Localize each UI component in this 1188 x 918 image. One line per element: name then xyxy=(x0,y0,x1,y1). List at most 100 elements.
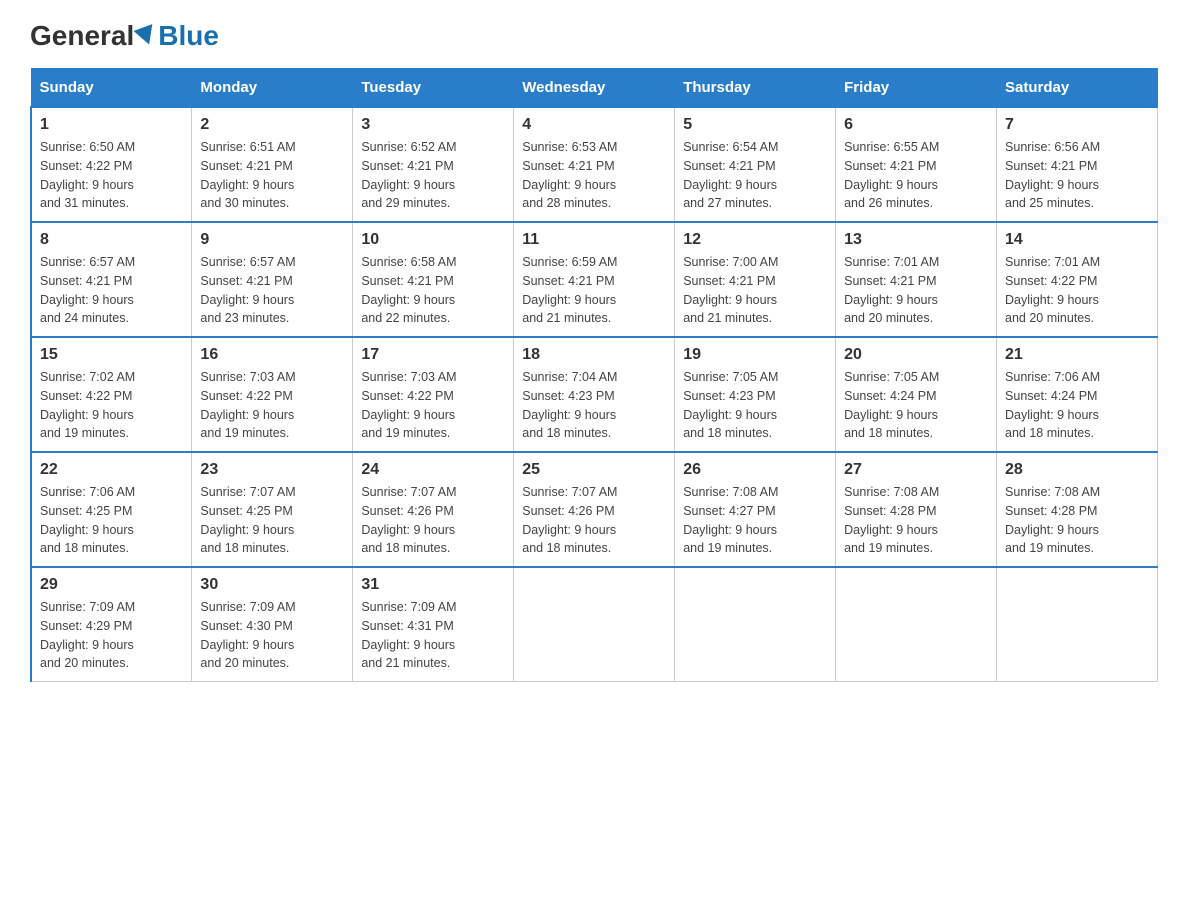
day-info: Sunrise: 7:08 AMSunset: 4:27 PMDaylight:… xyxy=(683,483,827,558)
day-number: 30 xyxy=(200,576,344,594)
day-info: Sunrise: 7:01 AMSunset: 4:21 PMDaylight:… xyxy=(844,253,988,328)
day-info: Sunrise: 7:03 AMSunset: 4:22 PMDaylight:… xyxy=(200,368,344,443)
day-header-tuesday: Tuesday xyxy=(353,69,514,108)
table-row: 11 Sunrise: 6:59 AMSunset: 4:21 PMDayligh… xyxy=(514,222,675,337)
table-row: 31 Sunrise: 7:09 AMSunset: 4:31 PMDayligh… xyxy=(353,567,514,682)
day-info: Sunrise: 6:50 AMSunset: 4:22 PMDaylight:… xyxy=(40,138,183,213)
day-number: 21 xyxy=(1005,346,1149,364)
week-row-2: 8 Sunrise: 6:57 AMSunset: 4:21 PMDaylight… xyxy=(31,222,1158,337)
day-info: Sunrise: 7:07 AMSunset: 4:26 PMDaylight:… xyxy=(361,483,505,558)
table-row: 1 Sunrise: 6:50 AMSunset: 4:22 PMDaylight… xyxy=(31,107,192,222)
day-number: 14 xyxy=(1005,231,1149,249)
table-row: 20Sunrise: 7:05 AMSunset: 4:24 PMDayligh… xyxy=(836,337,997,452)
day-number: 9 xyxy=(200,231,344,249)
day-number: 19 xyxy=(683,346,827,364)
day-number: 23 xyxy=(200,461,344,479)
day-header-wednesday: Wednesday xyxy=(514,69,675,108)
day-info: Sunrise: 6:59 AMSunset: 4:21 PMDaylight:… xyxy=(522,253,666,328)
day-info: Sunrise: 7:09 AMSunset: 4:30 PMDaylight:… xyxy=(200,598,344,673)
week-row-4: 22 Sunrise: 7:06 AMSunset: 4:25 PMDayligh… xyxy=(31,452,1158,567)
day-info: Sunrise: 6:53 AMSunset: 4:21 PMDaylight:… xyxy=(522,138,666,213)
day-info: Sunrise: 6:54 AMSunset: 4:21 PMDaylight:… xyxy=(683,138,827,213)
week-row-1: 1 Sunrise: 6:50 AMSunset: 4:22 PMDaylight… xyxy=(31,107,1158,222)
day-number: 25 xyxy=(522,461,666,479)
day-info: Sunrise: 6:52 AMSunset: 4:21 PMDaylight:… xyxy=(361,138,505,213)
table-row: 24Sunrise: 7:07 AMSunset: 4:26 PMDayligh… xyxy=(353,452,514,567)
day-header-friday: Friday xyxy=(836,69,997,108)
table-row: 7Sunrise: 6:56 AMSunset: 4:21 PMDaylight… xyxy=(997,107,1158,222)
calendar-body: 1 Sunrise: 6:50 AMSunset: 4:22 PMDaylight… xyxy=(31,107,1158,682)
day-info: Sunrise: 7:08 AMSunset: 4:28 PMDaylight:… xyxy=(844,483,988,558)
day-number: 11 xyxy=(522,231,666,249)
table-row xyxy=(675,567,836,682)
logo-text: General Blue xyxy=(30,20,219,52)
day-number: 17 xyxy=(361,346,505,364)
day-number: 10 xyxy=(361,231,505,249)
table-row: 22 Sunrise: 7:06 AMSunset: 4:25 PMDayligh… xyxy=(31,452,192,567)
table-row: 4 Sunrise: 6:53 AMSunset: 4:21 PMDaylight… xyxy=(514,107,675,222)
day-header-monday: Monday xyxy=(192,69,353,108)
table-row: 17 Sunrise: 7:03 AMSunset: 4:22 PMDayligh… xyxy=(353,337,514,452)
day-number: 3 xyxy=(361,116,505,134)
table-row: 18Sunrise: 7:04 AMSunset: 4:23 PMDayligh… xyxy=(514,337,675,452)
table-row: 16 Sunrise: 7:03 AMSunset: 4:22 PMDayligh… xyxy=(192,337,353,452)
day-number: 16 xyxy=(200,346,344,364)
table-row: 6 Sunrise: 6:55 AMSunset: 4:21 PMDaylight… xyxy=(836,107,997,222)
day-header-thursday: Thursday xyxy=(675,69,836,108)
table-row: 2 Sunrise: 6:51 AMSunset: 4:21 PMDaylight… xyxy=(192,107,353,222)
table-row: 12Sunrise: 7:00 AMSunset: 4:21 PMDayligh… xyxy=(675,222,836,337)
day-info: Sunrise: 7:08 AMSunset: 4:28 PMDaylight:… xyxy=(1005,483,1149,558)
day-info: Sunrise: 7:07 AMSunset: 4:26 PMDaylight:… xyxy=(522,483,666,558)
day-number: 8 xyxy=(40,231,183,249)
table-row: 9 Sunrise: 6:57 AMSunset: 4:21 PMDaylight… xyxy=(192,222,353,337)
day-info: Sunrise: 7:06 AMSunset: 4:25 PMDaylight:… xyxy=(40,483,183,558)
day-info: Sunrise: 6:58 AMSunset: 4:21 PMDaylight:… xyxy=(361,253,505,328)
table-row: 3 Sunrise: 6:52 AMSunset: 4:21 PMDaylight… xyxy=(353,107,514,222)
table-row: 29 Sunrise: 7:09 AMSunset: 4:29 PMDayligh… xyxy=(31,567,192,682)
day-info: Sunrise: 7:05 AMSunset: 4:23 PMDaylight:… xyxy=(683,368,827,443)
days-of-week-row: SundayMondayTuesdayWednesdayThursdayFrid… xyxy=(31,69,1158,108)
table-row: 21 Sunrise: 7:06 AMSunset: 4:24 PMDayligh… xyxy=(997,337,1158,452)
table-row: 28Sunrise: 7:08 AMSunset: 4:28 PMDayligh… xyxy=(997,452,1158,567)
day-number: 31 xyxy=(361,576,505,594)
calendar-table: SundayMondayTuesdayWednesdayThursdayFrid… xyxy=(30,68,1158,682)
day-number: 29 xyxy=(40,576,183,594)
day-info: Sunrise: 6:51 AMSunset: 4:21 PMDaylight:… xyxy=(200,138,344,213)
day-info: Sunrise: 6:55 AMSunset: 4:21 PMDaylight:… xyxy=(844,138,988,213)
day-number: 13 xyxy=(844,231,988,249)
day-info: Sunrise: 6:57 AMSunset: 4:21 PMDaylight:… xyxy=(40,253,183,328)
logo-triangle-icon xyxy=(134,24,159,48)
day-number: 20 xyxy=(844,346,988,364)
logo: General Blue xyxy=(30,20,219,48)
table-row: 19 Sunrise: 7:05 AMSunset: 4:23 PMDayligh… xyxy=(675,337,836,452)
day-info: Sunrise: 7:03 AMSunset: 4:22 PMDaylight:… xyxy=(361,368,505,443)
day-info: Sunrise: 7:04 AMSunset: 4:23 PMDaylight:… xyxy=(522,368,666,443)
day-number: 2 xyxy=(200,116,344,134)
page-header: General Blue xyxy=(30,20,1158,48)
day-number: 15 xyxy=(40,346,183,364)
day-number: 27 xyxy=(844,461,988,479)
day-number: 5 xyxy=(683,116,827,134)
day-number: 1 xyxy=(40,116,183,134)
day-info: Sunrise: 7:09 AMSunset: 4:31 PMDaylight:… xyxy=(361,598,505,673)
day-info: Sunrise: 7:07 AMSunset: 4:25 PMDaylight:… xyxy=(200,483,344,558)
table-row xyxy=(997,567,1158,682)
table-row: 10 Sunrise: 6:58 AMSunset: 4:21 PMDayligh… xyxy=(353,222,514,337)
day-info: Sunrise: 7:00 AMSunset: 4:21 PMDaylight:… xyxy=(683,253,827,328)
table-row xyxy=(514,567,675,682)
day-number: 7 xyxy=(1005,116,1149,134)
day-info: Sunrise: 7:09 AMSunset: 4:29 PMDaylight:… xyxy=(40,598,183,673)
table-row: 14Sunrise: 7:01 AMSunset: 4:22 PMDayligh… xyxy=(997,222,1158,337)
day-number: 6 xyxy=(844,116,988,134)
table-row: 5 Sunrise: 6:54 AMSunset: 4:21 PMDaylight… xyxy=(675,107,836,222)
day-number: 4 xyxy=(522,116,666,134)
table-row: 8 Sunrise: 6:57 AMSunset: 4:21 PMDaylight… xyxy=(31,222,192,337)
table-row: 25 Sunrise: 7:07 AMSunset: 4:26 PMDayligh… xyxy=(514,452,675,567)
day-info: Sunrise: 7:02 AMSunset: 4:22 PMDaylight:… xyxy=(40,368,183,443)
day-info: Sunrise: 7:06 AMSunset: 4:24 PMDaylight:… xyxy=(1005,368,1149,443)
calendar-header: SundayMondayTuesdayWednesdayThursdayFrid… xyxy=(31,69,1158,108)
day-number: 22 xyxy=(40,461,183,479)
logo-general: General xyxy=(30,20,134,52)
day-header-saturday: Saturday xyxy=(997,69,1158,108)
day-info: Sunrise: 6:57 AMSunset: 4:21 PMDaylight:… xyxy=(200,253,344,328)
